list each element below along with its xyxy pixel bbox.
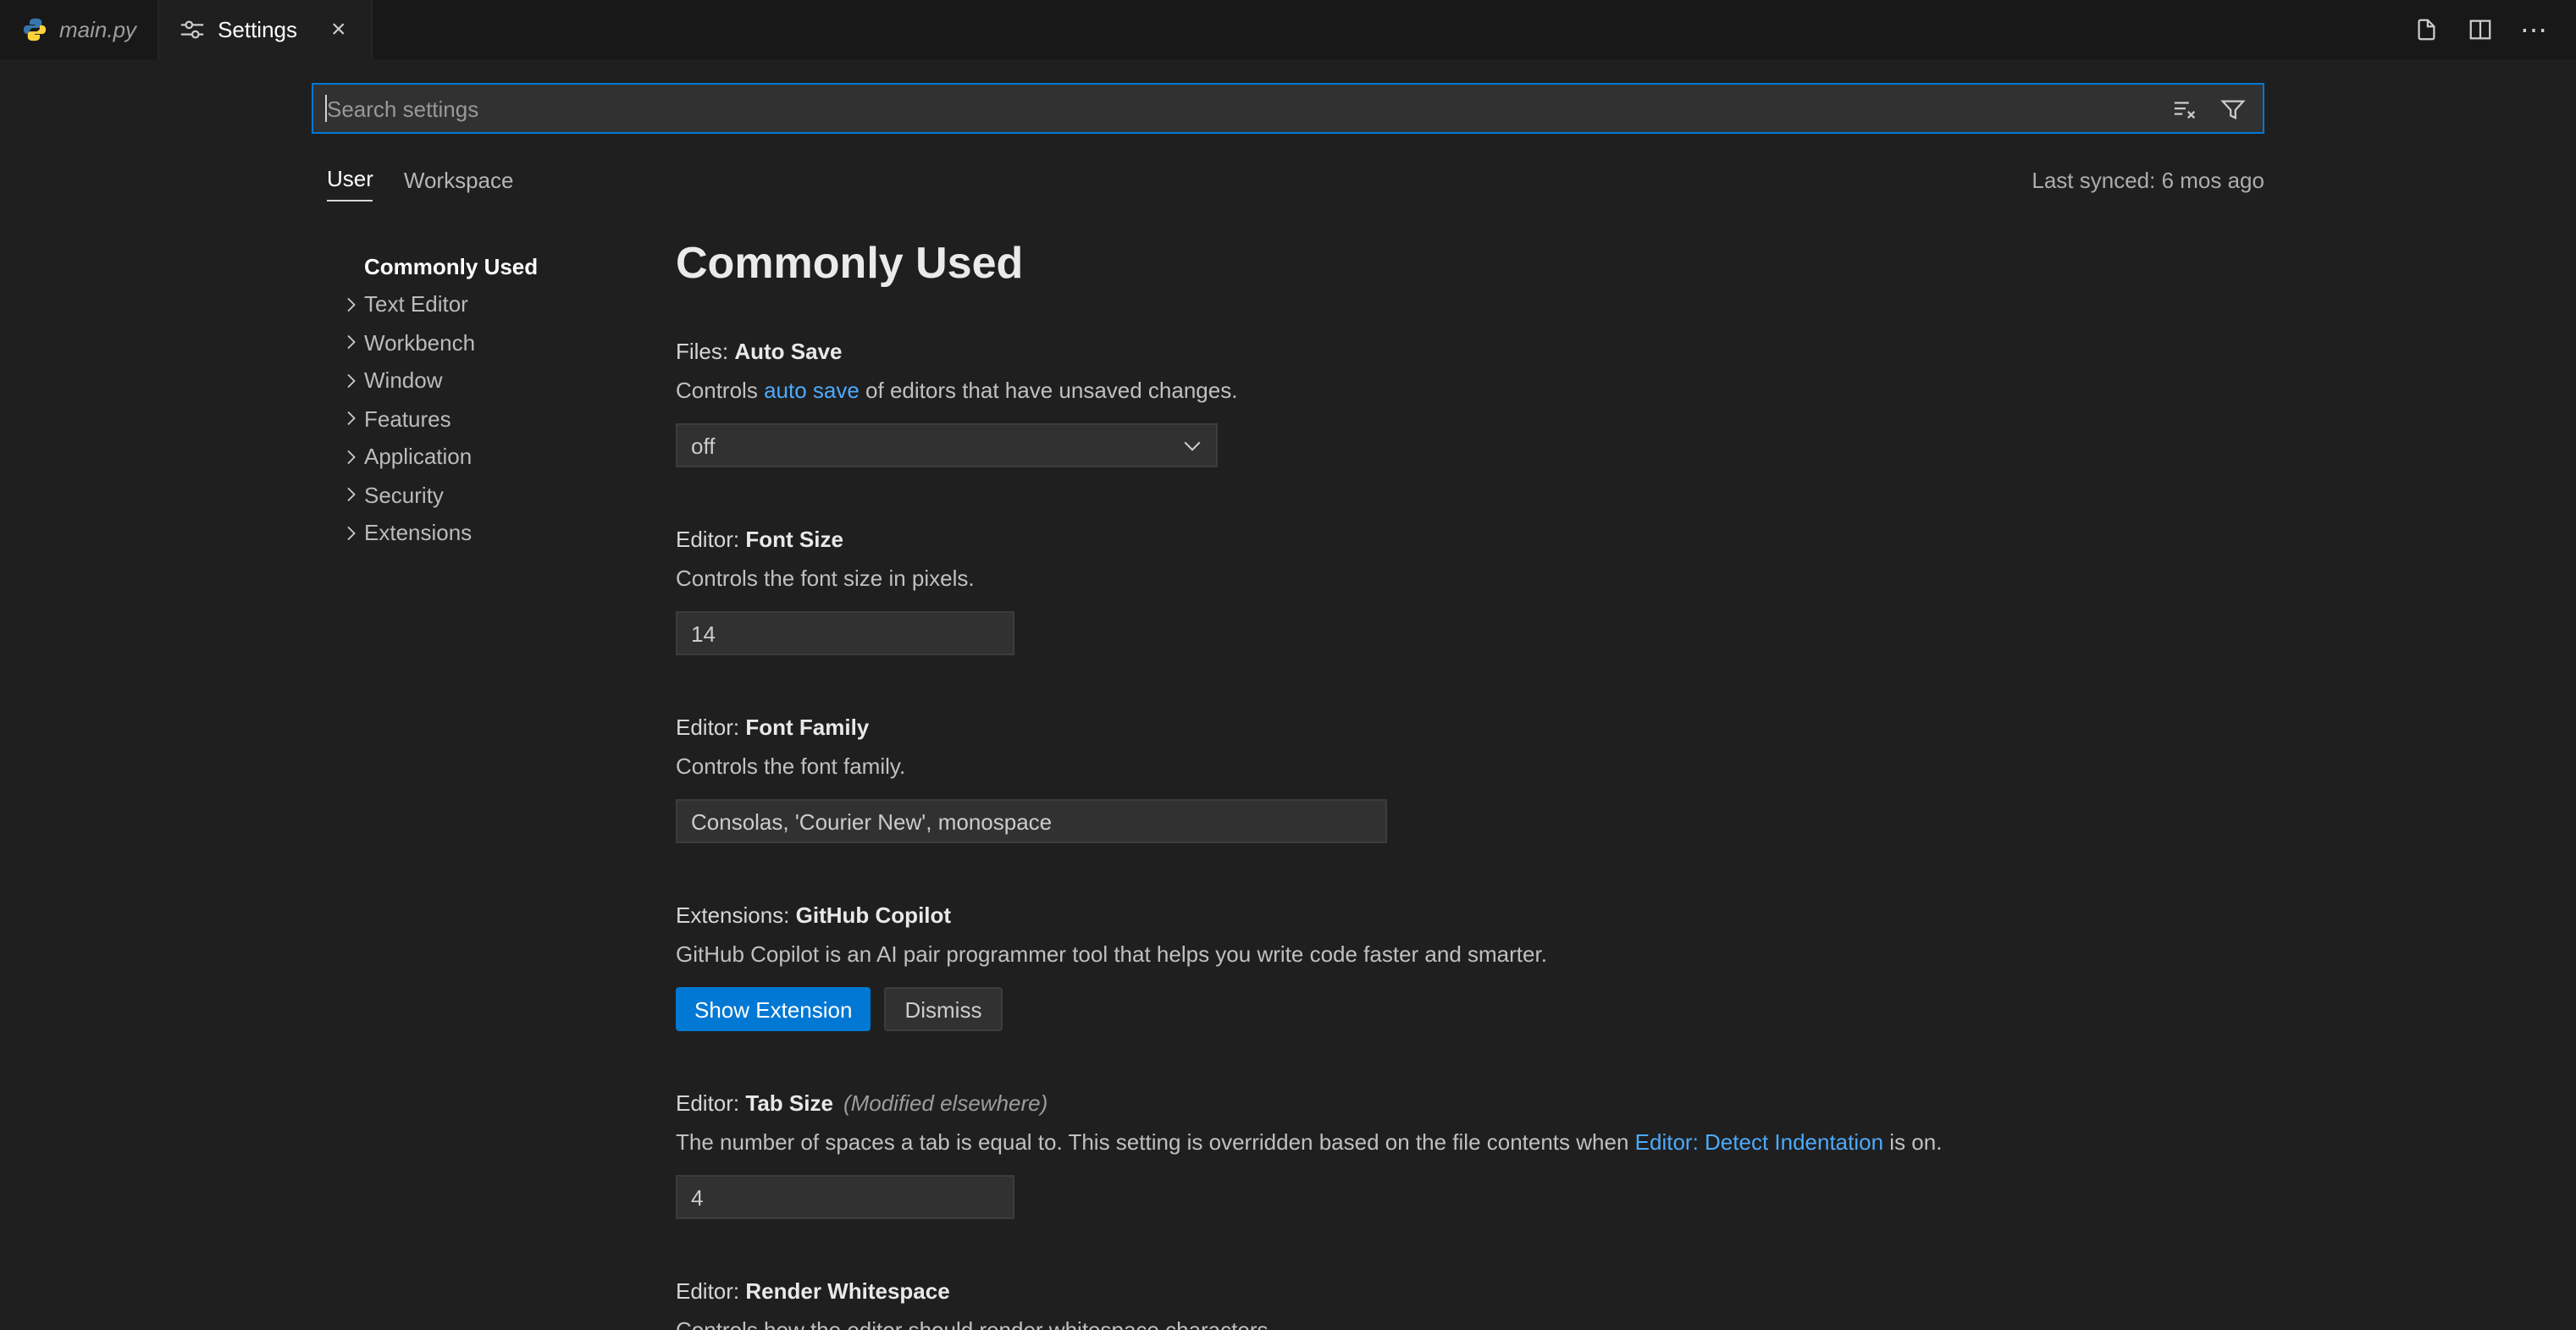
search-box-actions	[2154, 95, 2263, 122]
toc-item-extensions[interactable]: Extensions	[312, 514, 676, 552]
tab-main-py[interactable]: main.py	[0, 0, 158, 59]
auto-save-link[interactable]: auto save	[764, 378, 860, 403]
setting-label: Editor: Font Family	[676, 713, 2264, 743]
tab-label: Settings	[218, 17, 297, 42]
setting-label: Editor: Font Size	[676, 525, 2264, 555]
settings-sliders-icon	[179, 16, 206, 43]
modified-elsewhere-badge: (Modified elsewhere)	[843, 1090, 1048, 1116]
open-settings-json-icon[interactable]	[2412, 16, 2439, 43]
tab-label: main.py	[59, 17, 136, 42]
chevron-right-icon	[340, 485, 364, 505]
last-synced-status: Last synced: 6 mos ago	[2032, 168, 2264, 201]
editor-tab-bar: main.py Settings ×	[0, 0, 2576, 59]
setting-label: Editor: Tab Size(Modified elsewhere)	[676, 1089, 2264, 1119]
clear-search-filters-icon[interactable]	[2171, 95, 2198, 122]
chevron-right-icon	[340, 333, 364, 353]
show-extension-button[interactable]: Show Extension	[676, 987, 871, 1031]
toc-item-window[interactable]: Window	[312, 361, 676, 400]
text-caret	[325, 95, 327, 122]
setting-editor-render-whitespace: Editor: Render Whitespace Controls how t…	[676, 1277, 2264, 1330]
setting-label: Files: Auto Save	[676, 337, 2264, 367]
setting-extensions-github-copilot: Extensions: GitHub Copilot GitHub Copilo…	[676, 901, 2264, 1031]
setting-description: Controls the font size in pixels.	[676, 564, 2264, 594]
editor-actions: ⋯	[2412, 0, 2576, 59]
setting-editor-font-size: Editor: Font Size Controls the font size…	[676, 525, 2264, 655]
setting-editor-tab-size: Editor: Tab Size(Modified elsewhere) The…	[676, 1089, 2264, 1219]
setting-description: Controls the font family.	[676, 752, 2264, 782]
toc-item-application[interactable]: Application	[312, 438, 676, 476]
setting-description: The number of spaces a tab is equal to. …	[676, 1128, 2264, 1158]
settings-list: Commonly Used Files: Auto Save Controls …	[676, 235, 2264, 1330]
python-icon	[20, 16, 47, 43]
close-icon[interactable]: ×	[326, 15, 351, 44]
chevron-right-icon	[340, 447, 364, 467]
chevron-right-icon	[340, 409, 364, 429]
search-input[interactable]	[313, 85, 2154, 132]
toc-item-text-editor[interactable]: Text Editor	[312, 285, 676, 323]
settings-editor: User Workspace Last synced: 6 mos ago Co…	[0, 59, 2576, 1330]
detect-indentation-link[interactable]: Editor: Detect Indentation	[1635, 1129, 1883, 1155]
auto-save-select[interactable]: off	[676, 423, 1218, 467]
setting-label: Editor: Render Whitespace	[676, 1277, 2264, 1307]
setting-description: Controls how the editor should render wh…	[676, 1316, 2264, 1330]
tab-size-input[interactable]	[676, 1175, 1014, 1219]
settings-body: Commonly Used Text Editor Workbench	[312, 235, 2264, 1330]
font-size-input[interactable]	[676, 611, 1014, 655]
tab-user-settings[interactable]: User	[327, 166, 373, 201]
toc-item-features[interactable]: Features	[312, 400, 676, 438]
chevron-right-icon	[340, 523, 364, 544]
vscode-window: main.py Settings ×	[0, 0, 2576, 1330]
tab-settings[interactable]: Settings ×	[158, 0, 373, 59]
toc-item-workbench[interactable]: Workbench	[312, 323, 676, 361]
split-editor-icon[interactable]	[2466, 16, 2493, 43]
copilot-actions: Show Extension Dismiss	[676, 987, 2264, 1031]
filter-funnel-icon[interactable]	[2219, 95, 2246, 122]
chevron-right-icon	[340, 295, 364, 315]
tab-workspace-settings[interactable]: Workspace	[404, 168, 514, 201]
chevron-right-icon	[340, 371, 364, 391]
section-heading: Commonly Used	[676, 235, 2264, 290]
more-actions-icon[interactable]: ⋯	[2520, 13, 2549, 47]
setting-files-auto-save: Files: Auto Save Controls auto save of e…	[676, 337, 2264, 467]
setting-label: Extensions: GitHub Copilot	[676, 901, 2264, 931]
setting-description: GitHub Copilot is an AI pair programmer …	[676, 940, 2264, 970]
dismiss-button[interactable]: Dismiss	[884, 987, 1002, 1031]
toc-item-commonly-used[interactable]: Commonly Used	[312, 247, 676, 285]
settings-search-box	[312, 83, 2264, 134]
chevron-down-icon	[1179, 432, 1206, 459]
settings-toc: Commonly Used Text Editor Workbench	[312, 235, 676, 1330]
font-family-input[interactable]	[676, 799, 1387, 843]
setting-description: Controls auto save of editors that have …	[676, 376, 2264, 406]
toc-item-security[interactable]: Security	[312, 476, 676, 514]
settings-scope-row: User Workspace Last synced: 6 mos ago	[312, 161, 2264, 201]
setting-editor-font-family: Editor: Font Family Controls the font fa…	[676, 713, 2264, 843]
